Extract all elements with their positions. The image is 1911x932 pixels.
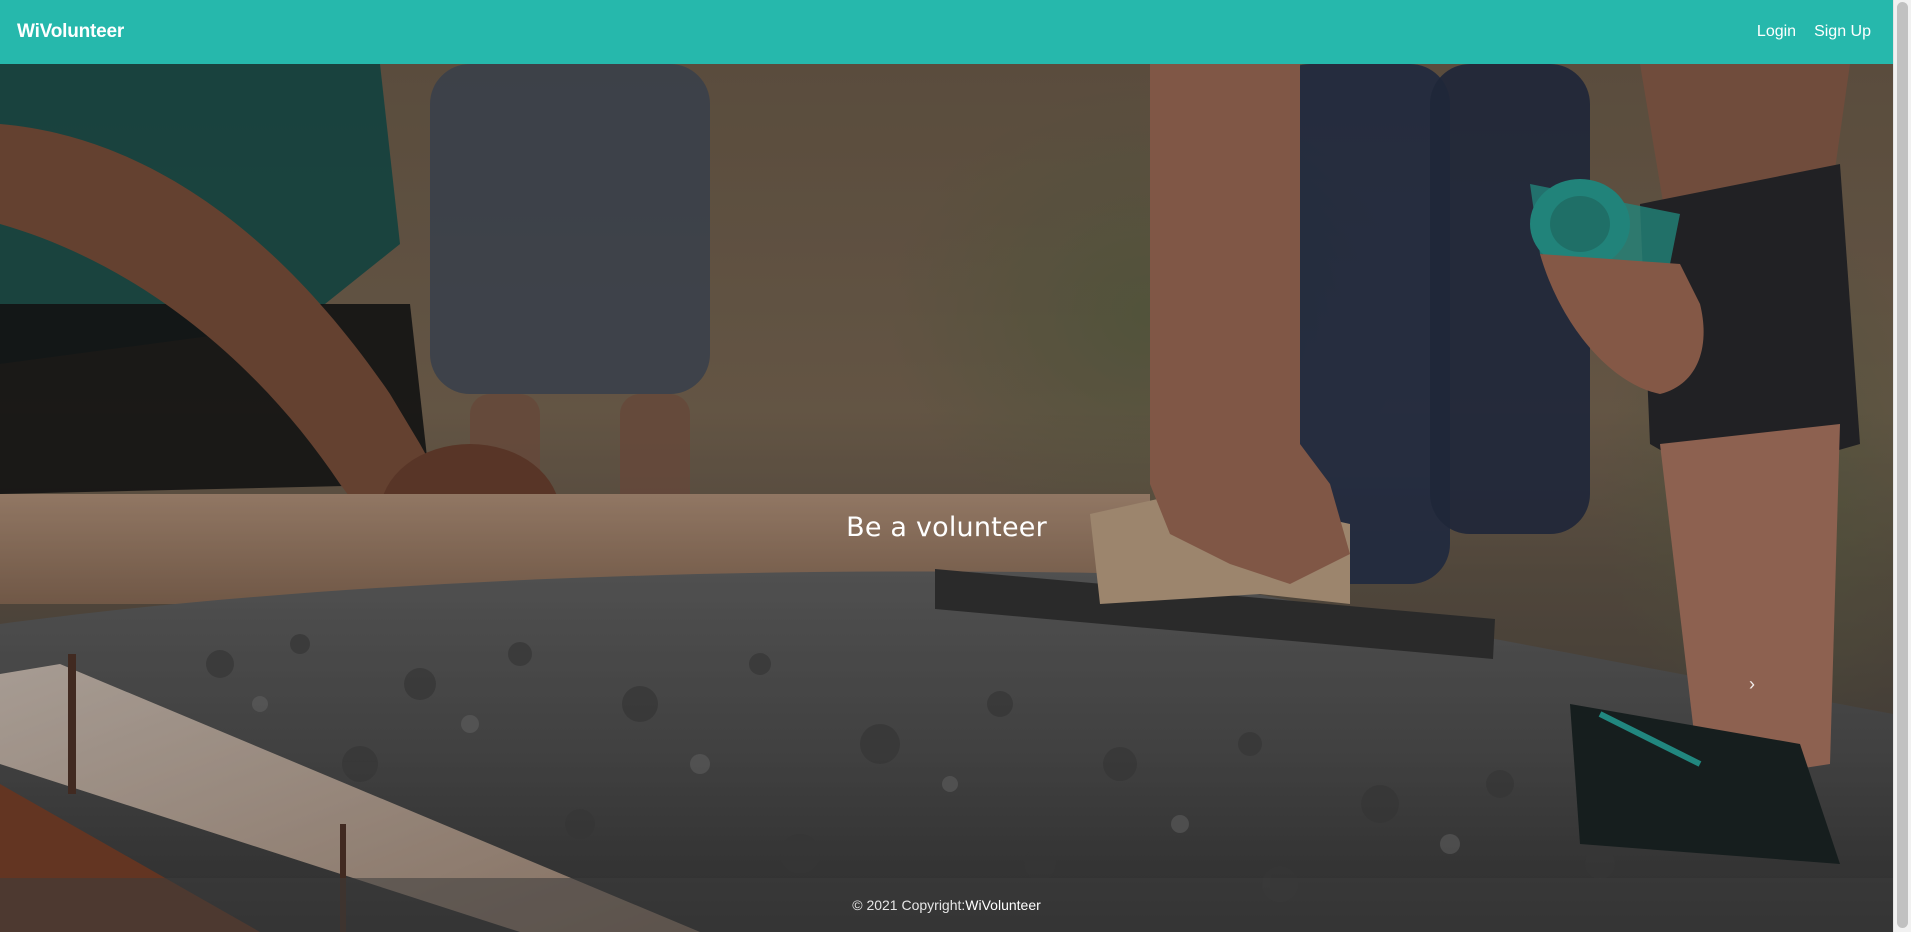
signup-link[interactable]: Sign Up [1814,23,1871,41]
footer-brand-link[interactable]: WiVolunteer [965,897,1040,913]
top-navbar: WiVolunteer Login Sign Up [0,0,1893,64]
nav-links: Login Sign Up [1757,23,1871,41]
vertical-scrollbar[interactable] [1893,0,1911,932]
brand-logo[interactable]: WiVolunteer [17,21,124,43]
login-link[interactable]: Login [1757,23,1796,41]
scrollbar-thumb[interactable] [1897,2,1908,928]
footer: © 2021 Copyright: WiVolunteer [0,878,1893,932]
footer-copyright: © 2021 Copyright: [852,897,966,913]
page: WiVolunteer Login Sign Up Be a volunteer… [0,0,1911,932]
hero-title: Be a volunteer [846,512,1047,544]
hero-dark-overlay [0,64,1893,932]
chevron-right-icon[interactable]: › [1742,672,1762,696]
hero-carousel: Be a volunteer › [0,64,1893,932]
